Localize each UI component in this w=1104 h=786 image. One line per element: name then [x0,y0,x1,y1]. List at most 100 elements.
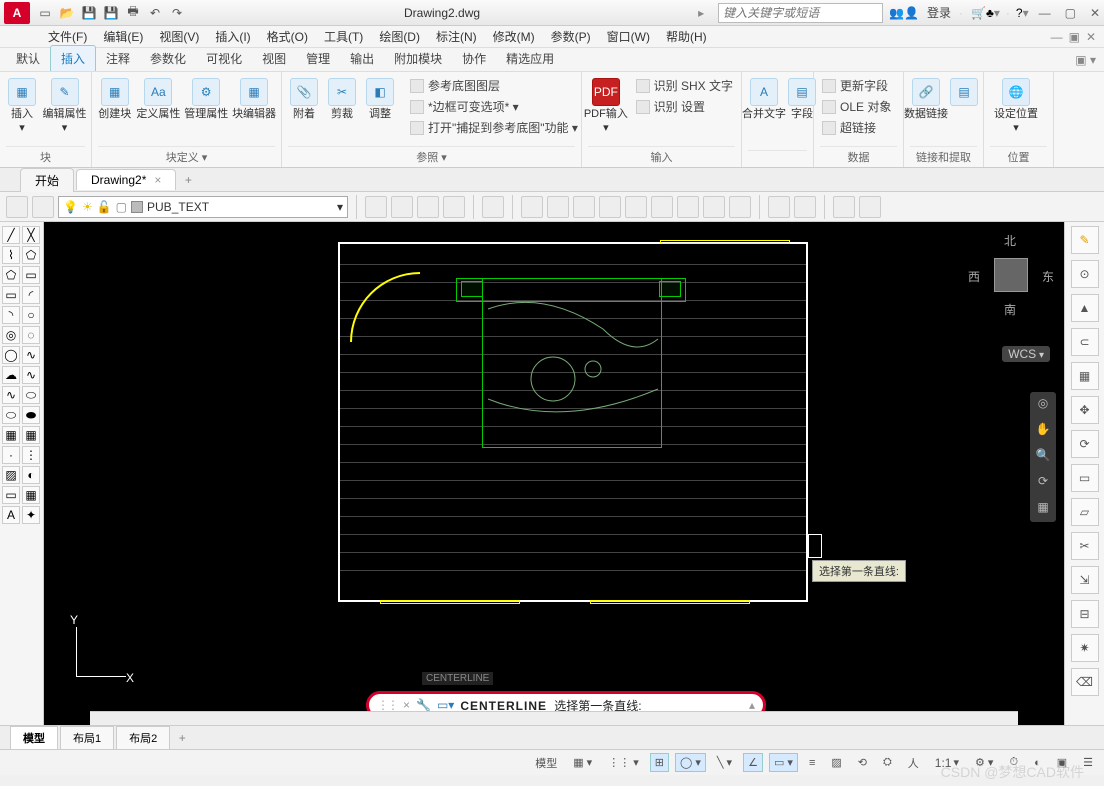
menu-dim[interactable]: 标注(N) [436,28,477,45]
data-link-button[interactable]: 🔗数据链接 [910,76,942,122]
tab-manage[interactable]: 管理 [296,46,340,71]
lineweight-toggle[interactable]: ≡ [804,754,820,772]
tool-icon[interactable] [794,196,816,218]
menu-modify[interactable]: 修改(M) [493,28,535,45]
undo-icon[interactable]: ↶ [146,4,164,22]
snap-underlay-button[interactable]: 打开"捕捉到参考底图"功能 ▾ [408,118,580,137]
add-layout-button[interactable]: + [172,731,192,745]
frame-vary-button[interactable]: *边框可变选项* ▾ [408,97,580,116]
doc-minimize-button[interactable]: — [1051,30,1063,44]
break-tool[interactable]: ⊟ [1071,600,1099,628]
app-logo[interactable]: A [4,2,30,24]
region-tool[interactable]: ▭ [2,486,20,504]
tab-annotate[interactable]: 注释 [96,46,140,71]
tool-icon[interactable] [443,196,465,218]
pencil-icon[interactable]: ✎ [1071,226,1099,254]
tool-icon[interactable] [677,196,699,218]
tool-icon[interactable] [599,196,621,218]
circle3-tool[interactable]: ◌ [22,326,40,344]
wheel-icon[interactable]: ◎ [1034,396,1052,414]
tool-icon[interactable] [391,196,413,218]
layer-props-icon[interactable] [6,196,28,218]
tool-icon[interactable] [651,196,673,218]
spline3-tool[interactable]: ∿ [2,386,20,404]
polyline-tool[interactable]: ⌇ [2,246,20,264]
underlay-layers-button[interactable]: 参考底图图层 [408,76,580,95]
cloud-tool[interactable]: ☁ [2,366,20,384]
tab-featured[interactable]: 精选应用 [496,46,564,71]
menu-window[interactable]: 窗口(W) [607,28,650,45]
transparency-toggle[interactable]: ▨ [826,753,846,772]
set-location-button[interactable]: 🌐设定位置▾ [990,76,1042,136]
showmotion-icon[interactable]: ▦ [1034,500,1052,518]
ole-object-button[interactable]: OLE 对象 [820,97,893,116]
doc-close-button[interactable]: ✕ [1086,30,1096,44]
tab-collab[interactable]: 协作 [452,46,496,71]
layout-model[interactable]: 模型 [10,726,58,750]
extra-tool[interactable]: ✦ [22,506,40,524]
merge-text-button[interactable]: A合并文字 [748,76,780,122]
clip-button[interactable]: ✂剪裁 [326,76,358,122]
ribbon-expand-icon[interactable]: ▣ ▾ [1067,49,1104,71]
add-tab-button[interactable]: + [178,173,198,187]
scale-tool[interactable]: ▭ [1071,464,1099,492]
app-icon[interactable]: ♣ [986,6,994,20]
new-icon[interactable]: ▭ [36,4,54,22]
menu-insert[interactable]: 插入(I) [215,28,250,45]
minimize-button[interactable]: — [1039,6,1051,20]
offset-tool[interactable]: ⊙ [1071,260,1099,288]
zoom-icon[interactable]: 🔍 [1034,448,1052,466]
annovis-button[interactable]: 人 [903,752,924,774]
grip-icon[interactable]: ⋮⋮ [377,698,397,712]
drawing-canvas[interactable]: document.write(Array.from({length:18},(_… [44,222,1064,725]
tab-parametric[interactable]: 参数化 [140,46,196,71]
edit-attr-button[interactable]: ✎编辑属性▾ [44,76,85,136]
menu-param[interactable]: 参数(P) [551,28,591,45]
tab-view[interactable]: 视图 [252,46,296,71]
close-button[interactable]: ✕ [1090,6,1100,20]
menu-help[interactable]: 帮助(H) [666,28,707,45]
expand-icon[interactable]: ▴ [749,698,755,712]
tab-addins[interactable]: 附加模块 [384,46,452,71]
stretch-tool[interactable]: ▱ [1071,498,1099,526]
tool-icon[interactable] [703,196,725,218]
trim-tool[interactable]: ✂ [1071,532,1099,560]
recognize-shx-button[interactable]: 识别 SHX 文字 [634,76,735,95]
view-cube[interactable]: 北 南 西 东 [968,232,1054,318]
donut-tool[interactable]: ◯ [2,346,20,364]
line-tool[interactable]: ╱ [2,226,20,244]
connect-icon[interactable]: 👥 [889,6,904,20]
tab-visualize[interactable]: 可视化 [196,46,252,71]
tab-default[interactable]: 默认 [6,46,50,71]
rect2-tool[interactable]: ▭ [2,286,20,304]
tool-icon[interactable] [729,196,751,218]
polygon-tool[interactable]: ⬠ [22,246,40,264]
attach-button[interactable]: 📎附着 [288,76,320,122]
open-icon[interactable]: 📂 [58,4,76,22]
layout-1[interactable]: 布局1 [60,726,114,750]
redo-icon[interactable]: ↷ [168,4,186,22]
tool-icon[interactable] [365,196,387,218]
tab-output[interactable]: 输出 [340,46,384,71]
save-icon[interactable]: 💾 [80,4,98,22]
table-tool[interactable]: ▦ [22,486,40,504]
menu-file[interactable]: 文件(F) [48,28,87,45]
search-input[interactable] [718,3,883,23]
circle2-tool[interactable]: ◎ [2,326,20,344]
polygon2-tool[interactable]: ⬠ [2,266,20,284]
orbit-icon[interactable]: ⟳ [1034,474,1052,492]
pan-icon[interactable]: ✋ [1034,422,1052,440]
rotate-tool[interactable]: ⟳ [1071,430,1099,458]
layer-filter-icon[interactable] [32,196,54,218]
spline2-tool[interactable]: ∿ [22,366,40,384]
cart-icon[interactable]: 🛒 [971,6,986,20]
point2-tool[interactable]: ⋮ [22,446,40,464]
manage-attr-button[interactable]: ⚙管理属性 [185,76,227,122]
tool-icon[interactable] [768,196,790,218]
login-label[interactable]: 登录 [927,4,951,21]
saveas-icon[interactable]: 💾 [102,4,120,22]
text-tool[interactable]: A [2,506,20,524]
maximize-button[interactable]: ▢ [1065,6,1076,20]
tab-insert[interactable]: 插入 [50,45,96,71]
adjust-button[interactable]: ◧调整 [364,76,396,122]
